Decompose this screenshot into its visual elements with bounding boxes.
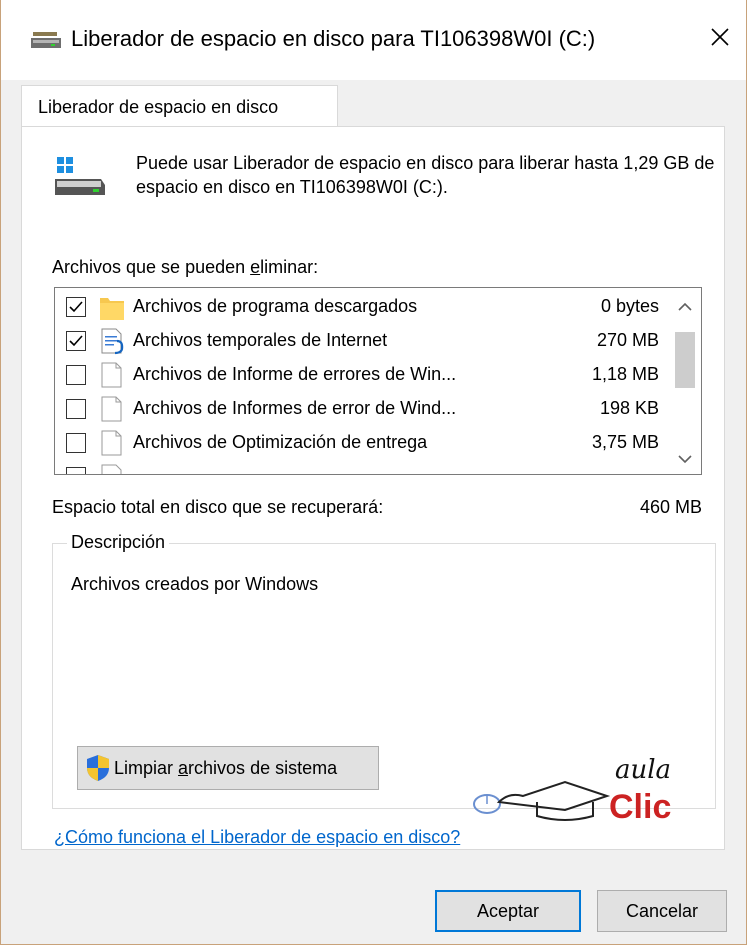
close-icon [711,28,729,46]
total-space-value: 460 MB [639,497,702,517]
checkbox-checked[interactable] [66,297,86,317]
tab-panel: Puede usar Liberador de espacio en disco… [21,126,725,850]
scroll-down-button[interactable] [669,444,701,474]
total-space-label: Espacio total en disco que se recuperará… [52,497,384,517]
file-category-name: Archivos de programa descargados [133,296,418,316]
list-item[interactable]: Archivos de Informe de errores de Win...… [55,358,667,392]
files-to-delete-label: Archivos que se pueden eliminar: [52,257,319,277]
file-category-size: 3,75 MB [591,432,659,452]
scroll-thumb[interactable] [675,332,695,388]
blank-file-icon [101,362,122,388]
vertical-scrollbar[interactable] [669,288,701,474]
list-item[interactable]: Archivos de Informes de error de Wind...… [55,392,667,426]
file-category-size: 0 bytes [600,296,659,316]
disk-cleanup-window: Liberador de espacio en disco para TI106… [0,0,747,945]
scroll-up-button[interactable] [669,292,701,322]
watermark-clic: Clic [609,788,671,824]
checkbox-unchecked[interactable] [66,365,86,385]
mortarboard-mouse-logo: aula Clic [473,755,671,826]
files-listbox[interactable]: Archivos de programa descargados 0 bytes… [54,287,702,475]
blank-file-icon [101,464,122,474]
list-item[interactable]: Archivos de Optimización de entrega 3,75… [55,426,667,460]
chevron-up-icon [678,302,692,311]
uac-shield-icon [87,755,109,781]
tab-disk-cleanup[interactable]: Liberador de espacio en disco [21,85,338,127]
drive-icon [55,157,105,195]
description-legend: Descripción [67,532,170,553]
disk-cleanup-app-icon [31,32,61,48]
checkbox-checked[interactable] [66,331,86,351]
clean-system-files-button[interactable]: Limpiar archivos de sistema [77,746,379,790]
list-item[interactable]: Archivos de programa descargados 0 bytes [55,290,667,324]
window-title: Liberador de espacio en disco para TI106… [71,26,596,51]
title-bar: Liberador de espacio en disco para TI106… [1,0,746,80]
description-text: Archivos creados por Windows [71,574,319,594]
file-category-size: 270 MB [596,330,659,350]
file-category-name: Archivos temporales de Internet [133,330,388,350]
ok-button[interactable]: Aceptar [435,890,581,932]
tab-bar: Liberador de espacio en disco [1,80,746,127]
checkbox-unchecked[interactable] [66,399,86,419]
watermark-aula: aula [615,755,671,785]
blank-file-icon [101,396,122,422]
list-item[interactable]: Archivos temporales de Internet 270 MB [55,324,667,358]
description-group: Descripción Archivos creados por Windows… [52,532,716,826]
intro-text: Puede usar Liberador de espacio en disco… [136,153,715,197]
file-category-name: Archivos de Optimización de entrega [133,432,428,452]
blank-file-icon [101,430,122,456]
close-button[interactable] [694,14,746,60]
aulaclic-watermark: aula Clic [465,752,675,826]
file-category-name: Archivos de Informe de errores de Win... [133,364,457,384]
check-icon [69,335,83,347]
how-it-works-link[interactable]: ¿Cómo funciona el Liberador de espacio e… [54,827,460,848]
cancel-button[interactable]: Cancelar [597,890,727,932]
checkbox-unchecked[interactable] [66,433,86,453]
folder-icon [100,298,124,320]
internet-file-icon [101,328,124,355]
list-item-partial[interactable] [55,460,667,474]
check-icon [69,301,83,313]
chevron-down-icon [678,455,692,464]
file-category-size: 198 KB [599,398,659,418]
checkbox-unchecked[interactable] [66,467,86,474]
clean-system-files-label: Limpiar archivos de sistema [114,757,338,778]
file-category-name: Archivos de Informes de error de Wind... [133,398,457,418]
file-category-size: 1,18 MB [591,364,659,384]
